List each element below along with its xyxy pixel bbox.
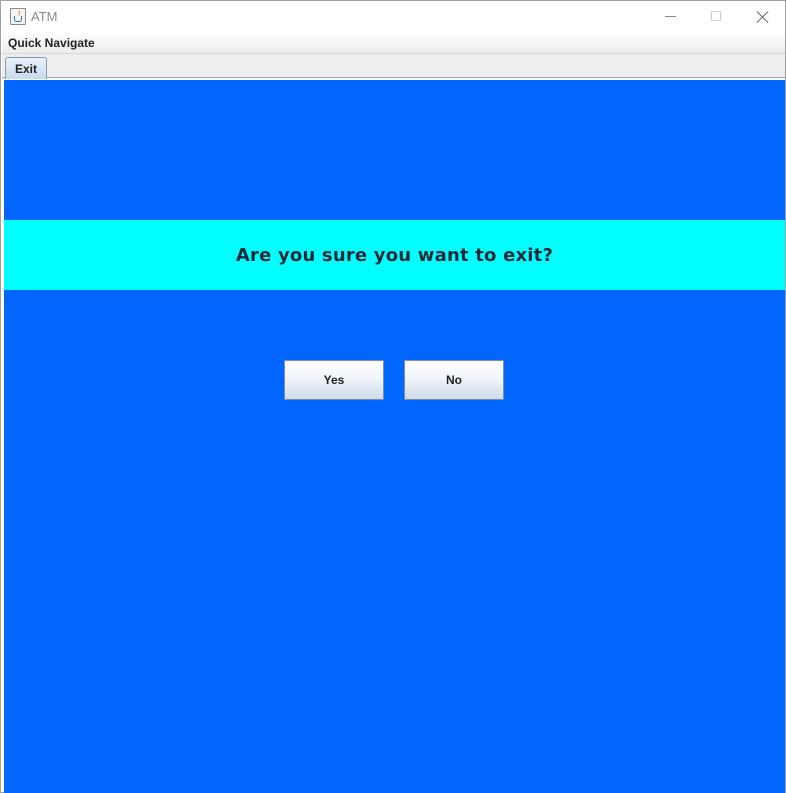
close-button[interactable] bbox=[739, 1, 785, 31]
maximize-button[interactable] bbox=[693, 1, 739, 31]
minimize-button[interactable] bbox=[647, 1, 693, 31]
menu-quick-navigate[interactable]: Quick Navigate bbox=[8, 36, 95, 50]
no-button[interactable]: No bbox=[404, 360, 504, 400]
close-icon bbox=[756, 10, 769, 23]
atm-window: ATM Quick Navigate Exit Are you sure you… bbox=[0, 0, 786, 793]
minimize-icon bbox=[664, 15, 676, 17]
menu-bar: Quick Navigate bbox=[2, 32, 785, 54]
tab-strip: Exit bbox=[2, 54, 785, 79]
window-title: ATM bbox=[31, 9, 58, 24]
exit-panel: Are you sure you want to exit? Yes No bbox=[4, 80, 785, 793]
java-cup-icon bbox=[10, 8, 26, 25]
exit-prompt: Are you sure you want to exit? bbox=[235, 244, 554, 266]
title-bar[interactable]: ATM bbox=[1, 1, 785, 32]
maximize-icon bbox=[711, 11, 721, 21]
yes-button[interactable]: Yes bbox=[284, 360, 384, 400]
prompt-banner: Are you sure you want to exit? bbox=[4, 220, 785, 290]
tab-exit[interactable]: Exit bbox=[5, 57, 47, 79]
